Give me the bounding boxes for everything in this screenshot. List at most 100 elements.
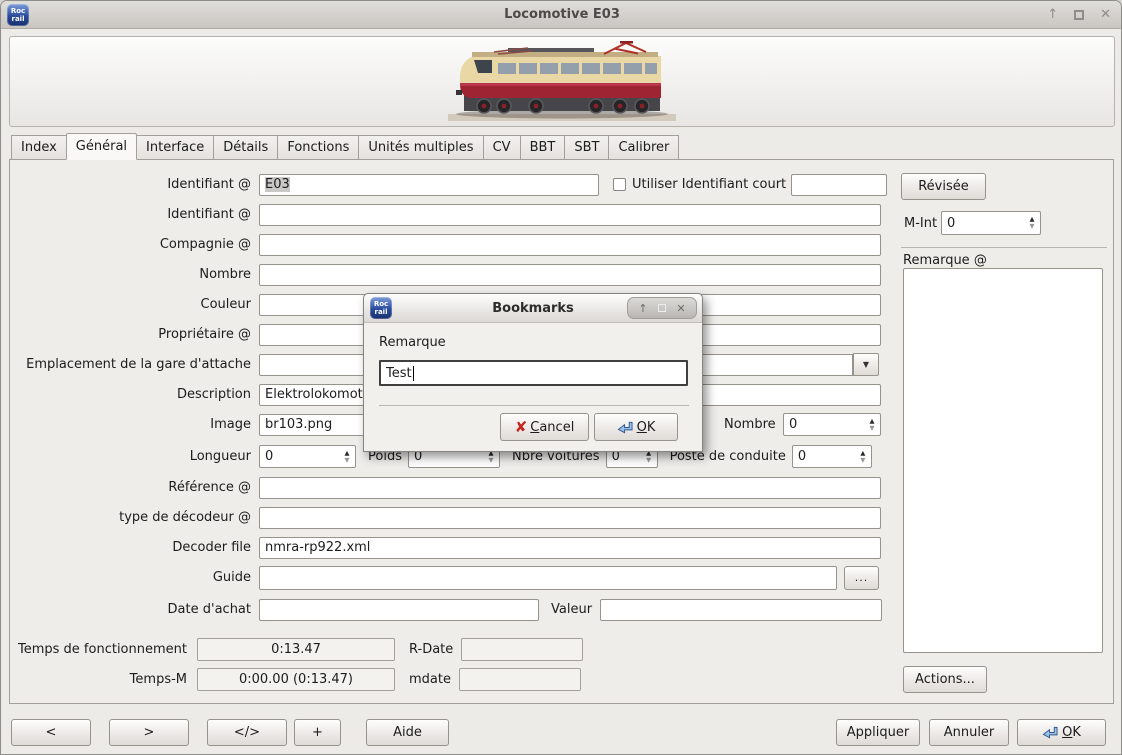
guide-input[interactable] [259, 566, 837, 590]
image-value: br103.png [265, 417, 332, 432]
tab-cv[interactable]: CV [483, 135, 521, 160]
poste-conduite-spinner[interactable]: 0 ▲▼ [792, 445, 872, 468]
appliquer-label: Appliquer [847, 725, 909, 740]
close-icon[interactable]: ✕ [676, 302, 685, 315]
nombre-label: Nombre [9, 267, 251, 282]
tab-sbt[interactable]: SBT [564, 135, 609, 160]
titlebar[interactable]: Roc rail Locomotive E03 ↑ ✕ [1, 1, 1122, 29]
aide-label: Aide [393, 725, 422, 740]
spin-down-icon[interactable]: ▼ [345, 457, 350, 464]
type-decodeur-input[interactable] [259, 507, 881, 529]
prev-button[interactable]: < [11, 719, 91, 746]
short-id-checkbox[interactable] [613, 178, 626, 191]
prev-label: < [46, 725, 57, 740]
tab-bbt[interactable]: BBT [520, 135, 566, 160]
xml-code-button[interactable]: </> [207, 719, 287, 746]
gare-dropdown-button[interactable]: ▼ [853, 353, 879, 376]
annuler-label: Annuler [944, 725, 995, 740]
add-label: + [312, 725, 323, 740]
description-value: Elektrolokomot [265, 387, 363, 402]
cancel-x-icon: ✘ [515, 420, 528, 435]
spin-down-icon[interactable]: ▼ [488, 457, 493, 464]
close-icon[interactable]: ✕ [1100, 8, 1111, 22]
compagnie-input[interactable] [259, 234, 881, 256]
temps-fonctionnement-field: 0:13.47 [197, 638, 395, 661]
nombre-count-spinner[interactable]: 0 ▲▼ [783, 413, 881, 436]
identifiant-input[interactable]: E03 [259, 174, 599, 196]
add-button[interactable]: + [294, 719, 341, 746]
ok-button[interactable]: OK [1017, 719, 1106, 746]
reference-input[interactable] [259, 477, 881, 499]
shade-icon[interactable]: ↑ [1047, 8, 1058, 22]
tab-unites-multiples[interactable]: Unités multiples [358, 135, 483, 160]
annuler-button[interactable]: Annuler [929, 719, 1009, 746]
identifiant2-label: Identifiant @ [9, 207, 251, 222]
next-button[interactable]: > [109, 719, 189, 746]
temps-m-value: 0:00.00 (0:13.47) [239, 672, 353, 687]
spin-down-icon[interactable]: ▼ [860, 457, 865, 464]
locomotive-properties-window: Roc rail Locomotive E03 ↑ ✕ [0, 0, 1122, 755]
tab-interface[interactable]: Interface [136, 135, 214, 160]
description-label: Description [9, 387, 251, 402]
poste-conduite-value: 0 [798, 449, 806, 464]
dialog-remarque-label: Remarque [379, 335, 446, 350]
spin-down-icon[interactable]: ▼ [1030, 223, 1035, 230]
aide-button[interactable]: Aide [366, 719, 449, 746]
mint-label: M-Int [904, 216, 937, 231]
dialog-cancel-button[interactable]: ✘ Cancel [500, 413, 589, 441]
decoder-file-label: Decoder file [9, 540, 251, 555]
dialog-ok-button[interactable]: OK [594, 413, 678, 441]
tab-index[interactable]: Index [11, 135, 67, 160]
tab-general[interactable]: Général [66, 133, 137, 160]
appliquer-button[interactable]: Appliquer [836, 719, 920, 746]
short-id-input[interactable] [791, 174, 887, 196]
longueur-spinner[interactable]: 0 ▲▼ [259, 445, 356, 468]
image-label: Image [9, 417, 251, 432]
tab-label: Index [21, 140, 57, 155]
tab-label: Interface [146, 140, 204, 155]
gare-label: Emplacement de la gare d'attache [9, 357, 251, 372]
dialog-window-controls: ↑ ✕ [627, 297, 697, 319]
identifiant2-input[interactable] [259, 204, 881, 226]
short-id-label: Utiliser Identifiant court [632, 177, 786, 192]
spin-down-icon[interactable]: ▼ [646, 457, 651, 464]
revisee-label: Révisée [918, 179, 969, 194]
dialog-remarque-input[interactable]: Test [379, 360, 688, 386]
type-decodeur-label: type de décodeur @ [9, 510, 251, 525]
remarque-textarea[interactable] [903, 268, 1103, 653]
spin-down-icon[interactable]: ▼ [870, 425, 875, 432]
nombre-count-label: Nombre [724, 417, 776, 432]
mint-value: 0 [947, 216, 955, 231]
tab-calibrer[interactable]: Calibrer [608, 135, 679, 160]
actions-label: Actions... [915, 672, 975, 687]
tab-fonctions[interactable]: Fonctions [277, 135, 359, 160]
maximize-icon[interactable] [658, 304, 666, 312]
xml-code-label: </> [234, 725, 260, 740]
identifiant-value: E03 [265, 177, 290, 192]
tab-details[interactable]: Détails [213, 135, 278, 160]
reference-label: Référence @ [9, 480, 251, 495]
valeur-input[interactable] [600, 599, 882, 621]
guide-browse-button[interactable]: ... [844, 566, 879, 590]
shade-icon[interactable]: ↑ [638, 302, 647, 315]
guide-label: Guide [9, 570, 251, 585]
remarque-panel-label: Remarque @ [903, 253, 987, 268]
ellipsis-icon: ... [855, 571, 869, 584]
maximize-icon[interactable] [1074, 10, 1084, 20]
date-achat-input[interactable] [259, 599, 539, 621]
actions-button[interactable]: Actions... [903, 666, 987, 693]
temps-m-field: 0:00.00 (0:13.47) [197, 668, 395, 691]
locomotive-preview-panel [9, 36, 1115, 127]
bookmarks-dialog-titlebar[interactable]: Roc rail Bookmarks ↑ ✕ [364, 294, 702, 323]
decoder-file-input[interactable]: nmra-rp922.xml [259, 537, 881, 559]
right-panel-divider [901, 247, 1107, 248]
nombre-input[interactable] [259, 264, 881, 286]
mint-spinner[interactable]: 0 ▲▼ [941, 211, 1041, 235]
revisee-button[interactable]: Révisée [901, 173, 986, 200]
dialog-ok-label: OK [637, 420, 656, 435]
compagnie-label: Compagnie @ [9, 237, 251, 252]
temps-fonctionnement-value: 0:13.47 [271, 642, 321, 657]
temps-fonctionnement-label: Temps de fonctionnement [9, 642, 187, 657]
chevron-down-icon: ▼ [863, 360, 869, 369]
temps-m-label: Temps-M [9, 672, 187, 687]
